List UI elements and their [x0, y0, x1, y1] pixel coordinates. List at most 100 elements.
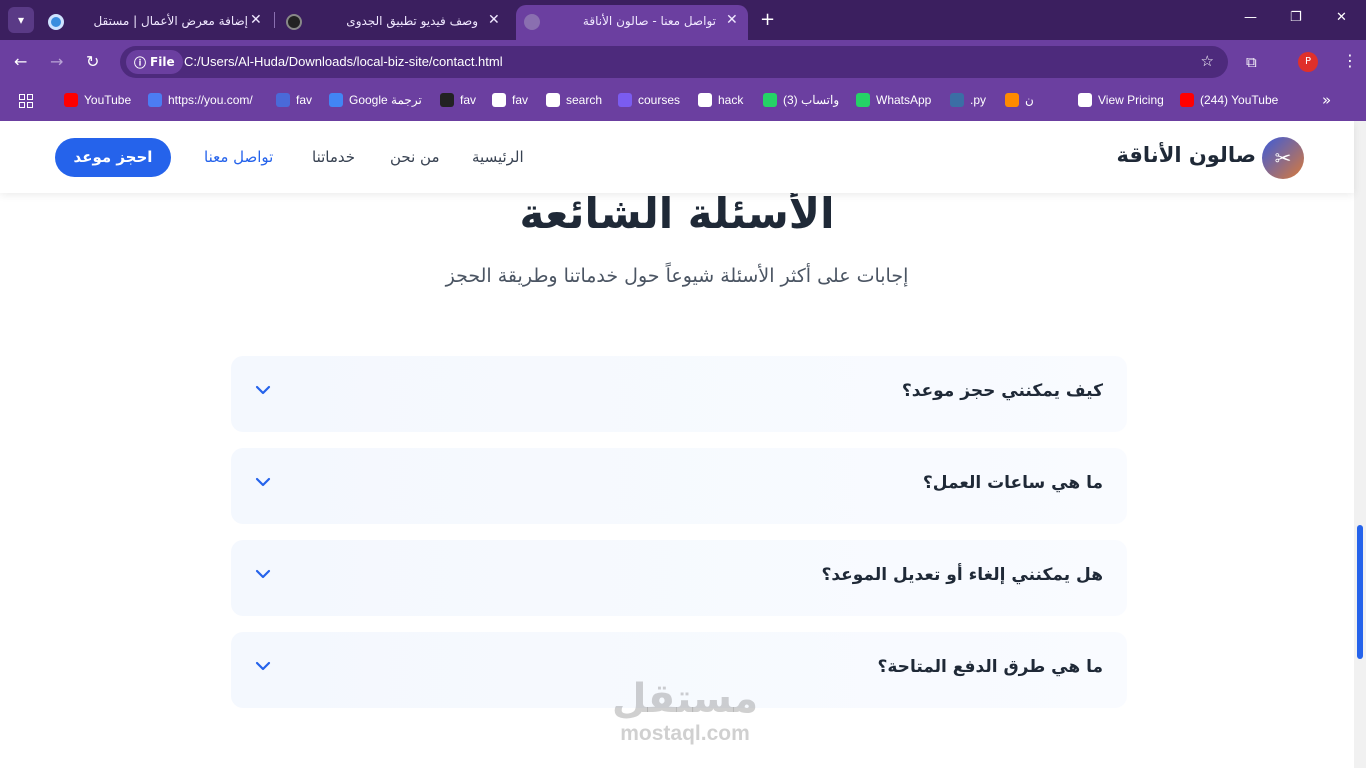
faq-item[interactable]: كيف يمكنني حجز موعد؟ [231, 356, 1127, 432]
page-viewport: ✂ صالون الأناقة الرئيسية من نحن خدماتنا … [0, 121, 1366, 768]
udemy-icon [618, 93, 632, 107]
bookmark-item[interactable]: ن [1005, 93, 1034, 107]
bookmark-label: .py [970, 93, 987, 107]
bookmark-item[interactable]: WhatsApp [856, 93, 931, 107]
bookmark-label: (3) واتساب [783, 93, 840, 107]
faq-item[interactable]: ما هي ساعات العمل؟ [231, 448, 1127, 524]
extensions-icon[interactable]: ⧉ [1246, 53, 1257, 71]
bookmark-label: courses [638, 93, 681, 107]
faq-item[interactable]: هل يمكنني إلغاء أو تعديل الموعد؟ [231, 540, 1127, 616]
close-tab-icon[interactable]: ✕ [250, 12, 262, 28]
faq-question: هل يمكنني إلغاء أو تعديل الموعد؟ [821, 565, 1104, 585]
mostaql-watermark: مستقل mostaql.com [600, 676, 770, 746]
address-bar[interactable]: ⓘ File C:/Users/Al-Huda/Downloads/local-… [120, 46, 1228, 78]
browser-toolbar: ← → ↻ ⓘ File C:/Users/Al-Huda/Downloads/… [0, 40, 1366, 84]
folder-icon [698, 93, 712, 107]
chevron-down-icon [255, 385, 271, 395]
bookmark-item[interactable]: Google ترجمة [329, 93, 422, 107]
chatgpt-favicon-icon [286, 14, 302, 30]
bookmark-label: fav [512, 93, 529, 107]
whatsapp-icon [856, 93, 870, 107]
url-text[interactable]: C:/Users/Al-Huda/Downloads/local-biz-sit… [184, 54, 503, 69]
faq-subtitle: إجابات على أكثر الأسئلة شيوعاً حول خدمات… [445, 265, 909, 287]
py-icon [950, 93, 964, 107]
nav-services[interactable]: خدماتنا [312, 148, 355, 166]
site-info-chip[interactable]: ⓘ File [126, 50, 183, 74]
nav-contact[interactable]: تواصل معنا [204, 148, 273, 166]
ha-icon [492, 93, 506, 107]
youtube-icon [64, 93, 78, 107]
faq-title: الأسئلة الشائعة [519, 189, 835, 238]
chevron-down-icon [255, 661, 271, 671]
bookmark-item[interactable]: fav [492, 93, 528, 107]
you-icon [148, 93, 162, 107]
bookmark-item[interactable]: courses [618, 93, 680, 107]
more-bookmarks-icon[interactable]: » [1322, 91, 1331, 109]
close-tab-icon[interactable]: ✕ [726, 12, 738, 28]
bookmark-label: View Pricing [1098, 93, 1164, 107]
nav-home[interactable]: الرئيسية [472, 148, 524, 166]
bookmark-item[interactable]: View Pricing [1078, 93, 1164, 107]
bookmark-item[interactable]: .py [950, 93, 986, 107]
tab-search-button[interactable]: ▾ [8, 7, 34, 33]
apps-grid-icon[interactable] [19, 94, 34, 109]
watermark-latin: mostaql.com [620, 722, 750, 745]
bookmarks-bar: YouTube https://you.com/fav Google ترجمة fa… [0, 84, 1366, 121]
browser-tab-active[interactable]: تواصل معنا - صالون الأناقة ✕ [516, 5, 748, 40]
faq-question: ما هي طرق الدفع المتاحة؟ [877, 657, 1103, 677]
new-tab-button[interactable]: + [760, 9, 775, 30]
browser-tab-mostaql[interactable]: إضافة معرض الأعمال | مستقل ✕ [40, 5, 272, 40]
browser-tab-strip: ▾ إضافة معرض الأعمال | مستقل ✕ وصف فيديو… [0, 0, 1366, 40]
menu-dots-icon[interactable]: ⋮ [1342, 51, 1358, 70]
close-window-icon[interactable]: ✕ [1336, 10, 1347, 25]
bookmark-label: search [566, 93, 603, 107]
bookmark-label: https://you.com/ [168, 93, 253, 107]
search-bm-icon [546, 93, 560, 107]
close-tab-icon[interactable]: ✕ [488, 12, 500, 28]
scissors-logo-icon[interactable]: ✂ [1262, 137, 1304, 179]
bookmark-label: YouTube [84, 93, 132, 107]
watermark-arabic: مستقل [611, 676, 759, 722]
site-logo-text[interactable]: صالون الأناقة [1100, 143, 1256, 167]
site-header: ✂ صالون الأناقة الرئيسية من نحن خدماتنا … [0, 121, 1354, 193]
bookmark-label: (244) YouTube [1200, 93, 1279, 107]
profile-avatar[interactable]: P [1298, 52, 1318, 72]
bookmark-star-icon[interactable]: ☆ [1201, 52, 1214, 70]
scheme-label: File [150, 55, 175, 69]
bookmark-item[interactable]: fav [440, 93, 476, 107]
chevron-down-icon: ▾ [17, 13, 25, 27]
restore-icon[interactable]: ❐ [1290, 10, 1302, 25]
bookmark-label: WhatsApp [876, 93, 932, 107]
page-favicon-icon [524, 14, 540, 30]
browser-tab-chatgpt[interactable]: وصف فيديو تطبيق الجدوى ✕ [278, 5, 510, 40]
bookmark-item[interactable]: fav [276, 93, 312, 107]
bookmark-item[interactable]: (3) واتساب [763, 93, 839, 107]
fav-icon [276, 93, 290, 107]
forward-arrow-icon[interactable]: → [50, 52, 63, 71]
tab-title: إضافة معرض الأعمال | مستقل [93, 14, 248, 28]
bookmark-item[interactable]: (244) YouTube [1180, 93, 1278, 107]
bookmark-label: ن [1025, 93, 1034, 107]
whatsapp-icon [763, 93, 777, 107]
back-arrow-icon[interactable]: ← [14, 52, 27, 71]
bookmark-item[interactable]: hack [698, 93, 743, 107]
bookmark-label: fav [296, 93, 313, 107]
tab-separator [274, 12, 275, 28]
minimize-icon[interactable]: — [1244, 10, 1257, 25]
youtube-icon [1180, 93, 1194, 107]
reload-icon[interactable]: ↻ [86, 52, 99, 71]
scrollbar-thumb[interactable] [1357, 525, 1363, 659]
chevron-down-icon [255, 569, 271, 579]
page-scrollbar[interactable] [1354, 121, 1366, 768]
bookmark-label: hack [718, 93, 744, 107]
mostaql-favicon-icon [48, 14, 64, 30]
bookmark-item[interactable]: search [546, 93, 602, 107]
faq-question: كيف يمكنني حجز موعد؟ [901, 381, 1103, 401]
book-appointment-button[interactable]: احجز موعد [55, 138, 171, 177]
bookmark-item[interactable]: YouTube [64, 93, 131, 107]
firefox-icon [1005, 93, 1019, 107]
tab-title: تواصل معنا - صالون الأناقة [582, 14, 716, 28]
bookmark-item[interactable]: https://you.com/ [148, 93, 253, 107]
bookmark-label: Google ترجمة [349, 93, 422, 107]
nav-about[interactable]: من نحن [390, 148, 440, 166]
